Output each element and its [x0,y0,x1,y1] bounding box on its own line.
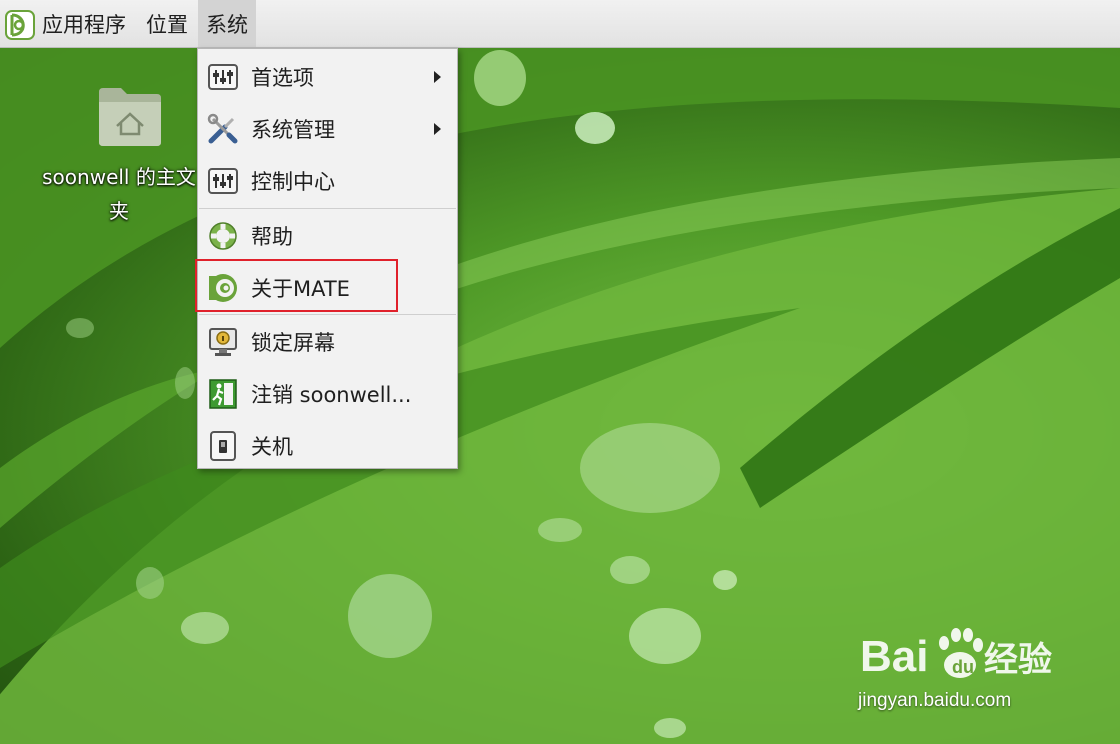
mate-logo-icon[interactable] [4,9,36,41]
top-panel: 应用程序 位置 系统 [0,0,1120,48]
menu-item-label: 首选项 [251,66,314,90]
svg-text:经验: 经验 [984,640,1052,680]
menu-separator [199,208,456,209]
submenu-arrow-icon [434,71,441,83]
menu-item-label: 锁定屏幕 [251,331,335,355]
menu-item-help[interactable]: 帮助 [198,210,457,262]
watermark-url: jingyan.baidu.com [858,690,1012,711]
menu-item-administration[interactable]: 系统管理 [198,103,457,155]
svg-text:Bai: Bai [860,632,928,681]
control-center-icon [208,168,238,194]
help-lifebuoy-icon [209,222,237,250]
menu-system-label: 系统 [206,12,248,37]
menu-item-shutdown[interactable]: 关机 [198,420,457,472]
menu-separator [199,314,456,315]
tools-icon [207,113,238,144]
submenu-arrow-icon [434,123,441,135]
home-folder-icon[interactable] [97,86,163,148]
menu-item-label: 注销 soonwell... [251,383,412,407]
annotation-highlight-box [195,259,398,312]
preferences-icon [208,64,238,90]
menu-item-label: 帮助 [251,225,293,249]
logout-icon [209,379,237,409]
menu-item-label: 关机 [251,435,293,459]
lock-screen-icon [209,328,237,356]
menu-applications-label: 应用程序 [42,12,126,37]
baidu-jingyan-watermark-logo: Bai du 经验 [860,628,1052,681]
svg-text:du: du [952,657,974,677]
menu-system[interactable]: 系统 [198,0,256,47]
menu-item-logout[interactable]: 注销 soonwell... [198,368,457,420]
menu-item-control-center[interactable]: 控制中心 [198,155,457,207]
menu-places[interactable]: 位置 [146,0,194,47]
menu-applications[interactable]: 应用程序 [42,0,138,47]
menu-item-label: 系统管理 [251,118,335,142]
menu-places-label: 位置 [146,12,188,37]
shutdown-icon [210,431,236,461]
menu-item-label: 控制中心 [251,170,335,194]
menu-item-preferences[interactable]: 首选项 [198,51,457,103]
home-folder-label[interactable]: soonwell 的主文夹 [34,160,204,228]
menu-item-lock-screen[interactable]: 锁定屏幕 [198,316,457,368]
